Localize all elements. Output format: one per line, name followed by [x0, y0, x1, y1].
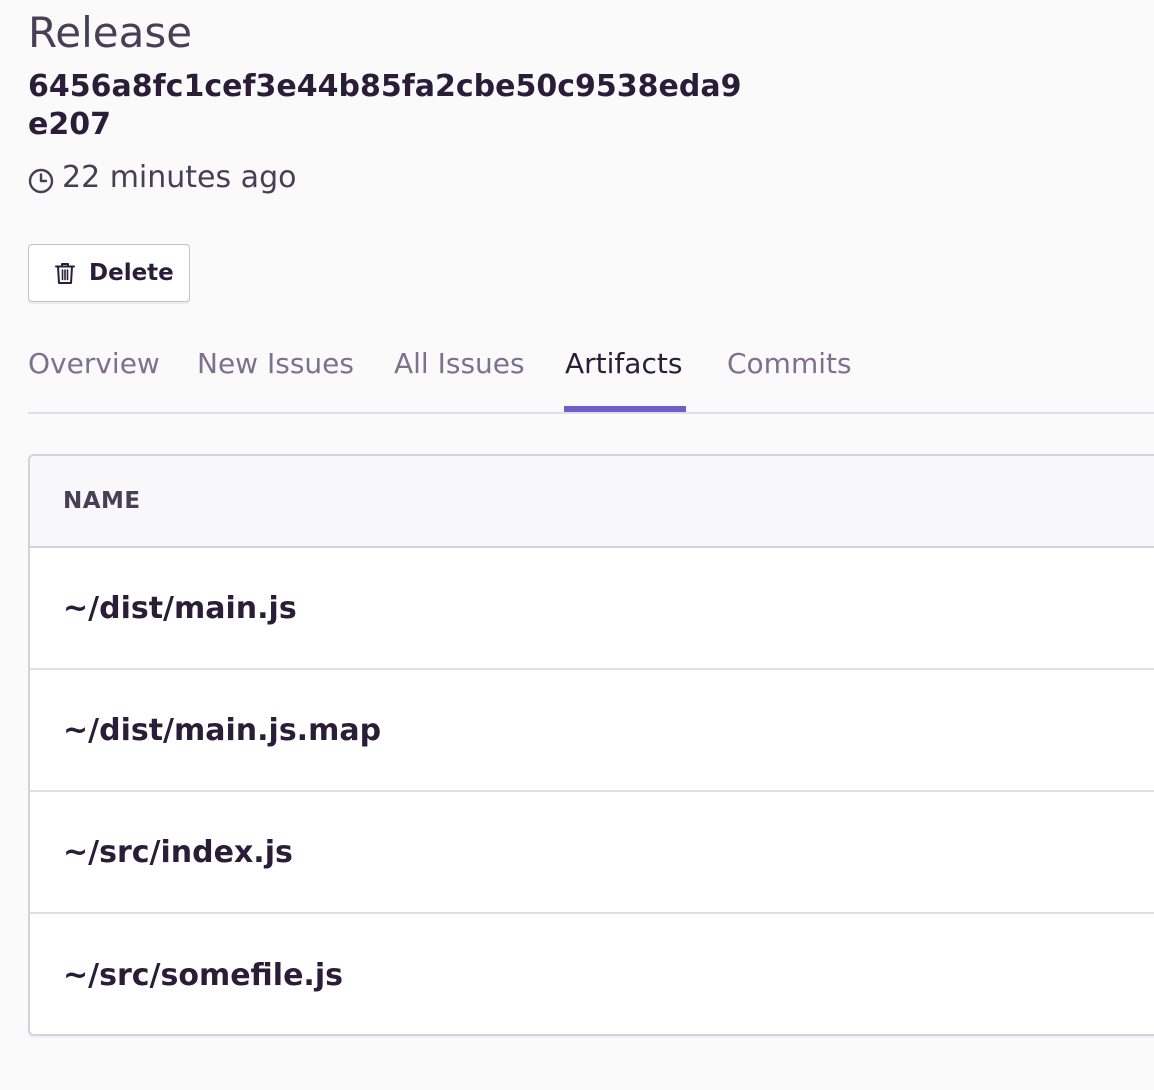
- active-tab-indicator: [564, 406, 686, 412]
- artifact-name: ~/src/index.js: [63, 834, 293, 870]
- delete-button[interactable]: Delete: [28, 244, 190, 302]
- release-page: Release 6456a8fc1cef3e44b85fa2cbe50c9538…: [0, 0, 1154, 1090]
- table-row: ~/dist/main.js: [30, 548, 1154, 670]
- artifact-name: ~/dist/main.js: [63, 590, 297, 626]
- tab-all-issues[interactable]: All Issues: [394, 344, 525, 384]
- release-tabs: Overview New Issues All Issues Artifacts…: [28, 330, 1154, 414]
- tab-overview[interactable]: Overview: [28, 344, 160, 384]
- clock-icon: [28, 165, 54, 194]
- timestamp-text: 22 minutes ago: [62, 160, 297, 195]
- artifact-name: ~/dist/main.js.map: [63, 712, 382, 748]
- artifacts-table: NAME ~/dist/main.js ~/dist/main.js.map ~…: [28, 454, 1154, 1036]
- release-timestamp: 22 minutes ago: [28, 158, 296, 198]
- page-title: Release: [28, 8, 193, 57]
- artifact-name: ~/src/somefile.js: [63, 957, 343, 993]
- release-version: 6456a8fc1cef3e44b85fa2cbe50c9538eda9e207: [28, 69, 742, 142]
- trash-icon: [53, 261, 77, 285]
- table-row: ~/src/somefile.js: [30, 914, 1154, 1034]
- table-row: ~/src/index.js: [30, 792, 1154, 914]
- delete-button-label: Delete: [89, 260, 174, 286]
- tab-artifacts[interactable]: Artifacts: [565, 344, 682, 384]
- table-header-name: NAME: [30, 456, 1154, 548]
- tab-commits[interactable]: Commits: [727, 344, 852, 384]
- table-row: ~/dist/main.js.map: [30, 670, 1154, 792]
- tab-new-issues[interactable]: New Issues: [197, 344, 354, 384]
